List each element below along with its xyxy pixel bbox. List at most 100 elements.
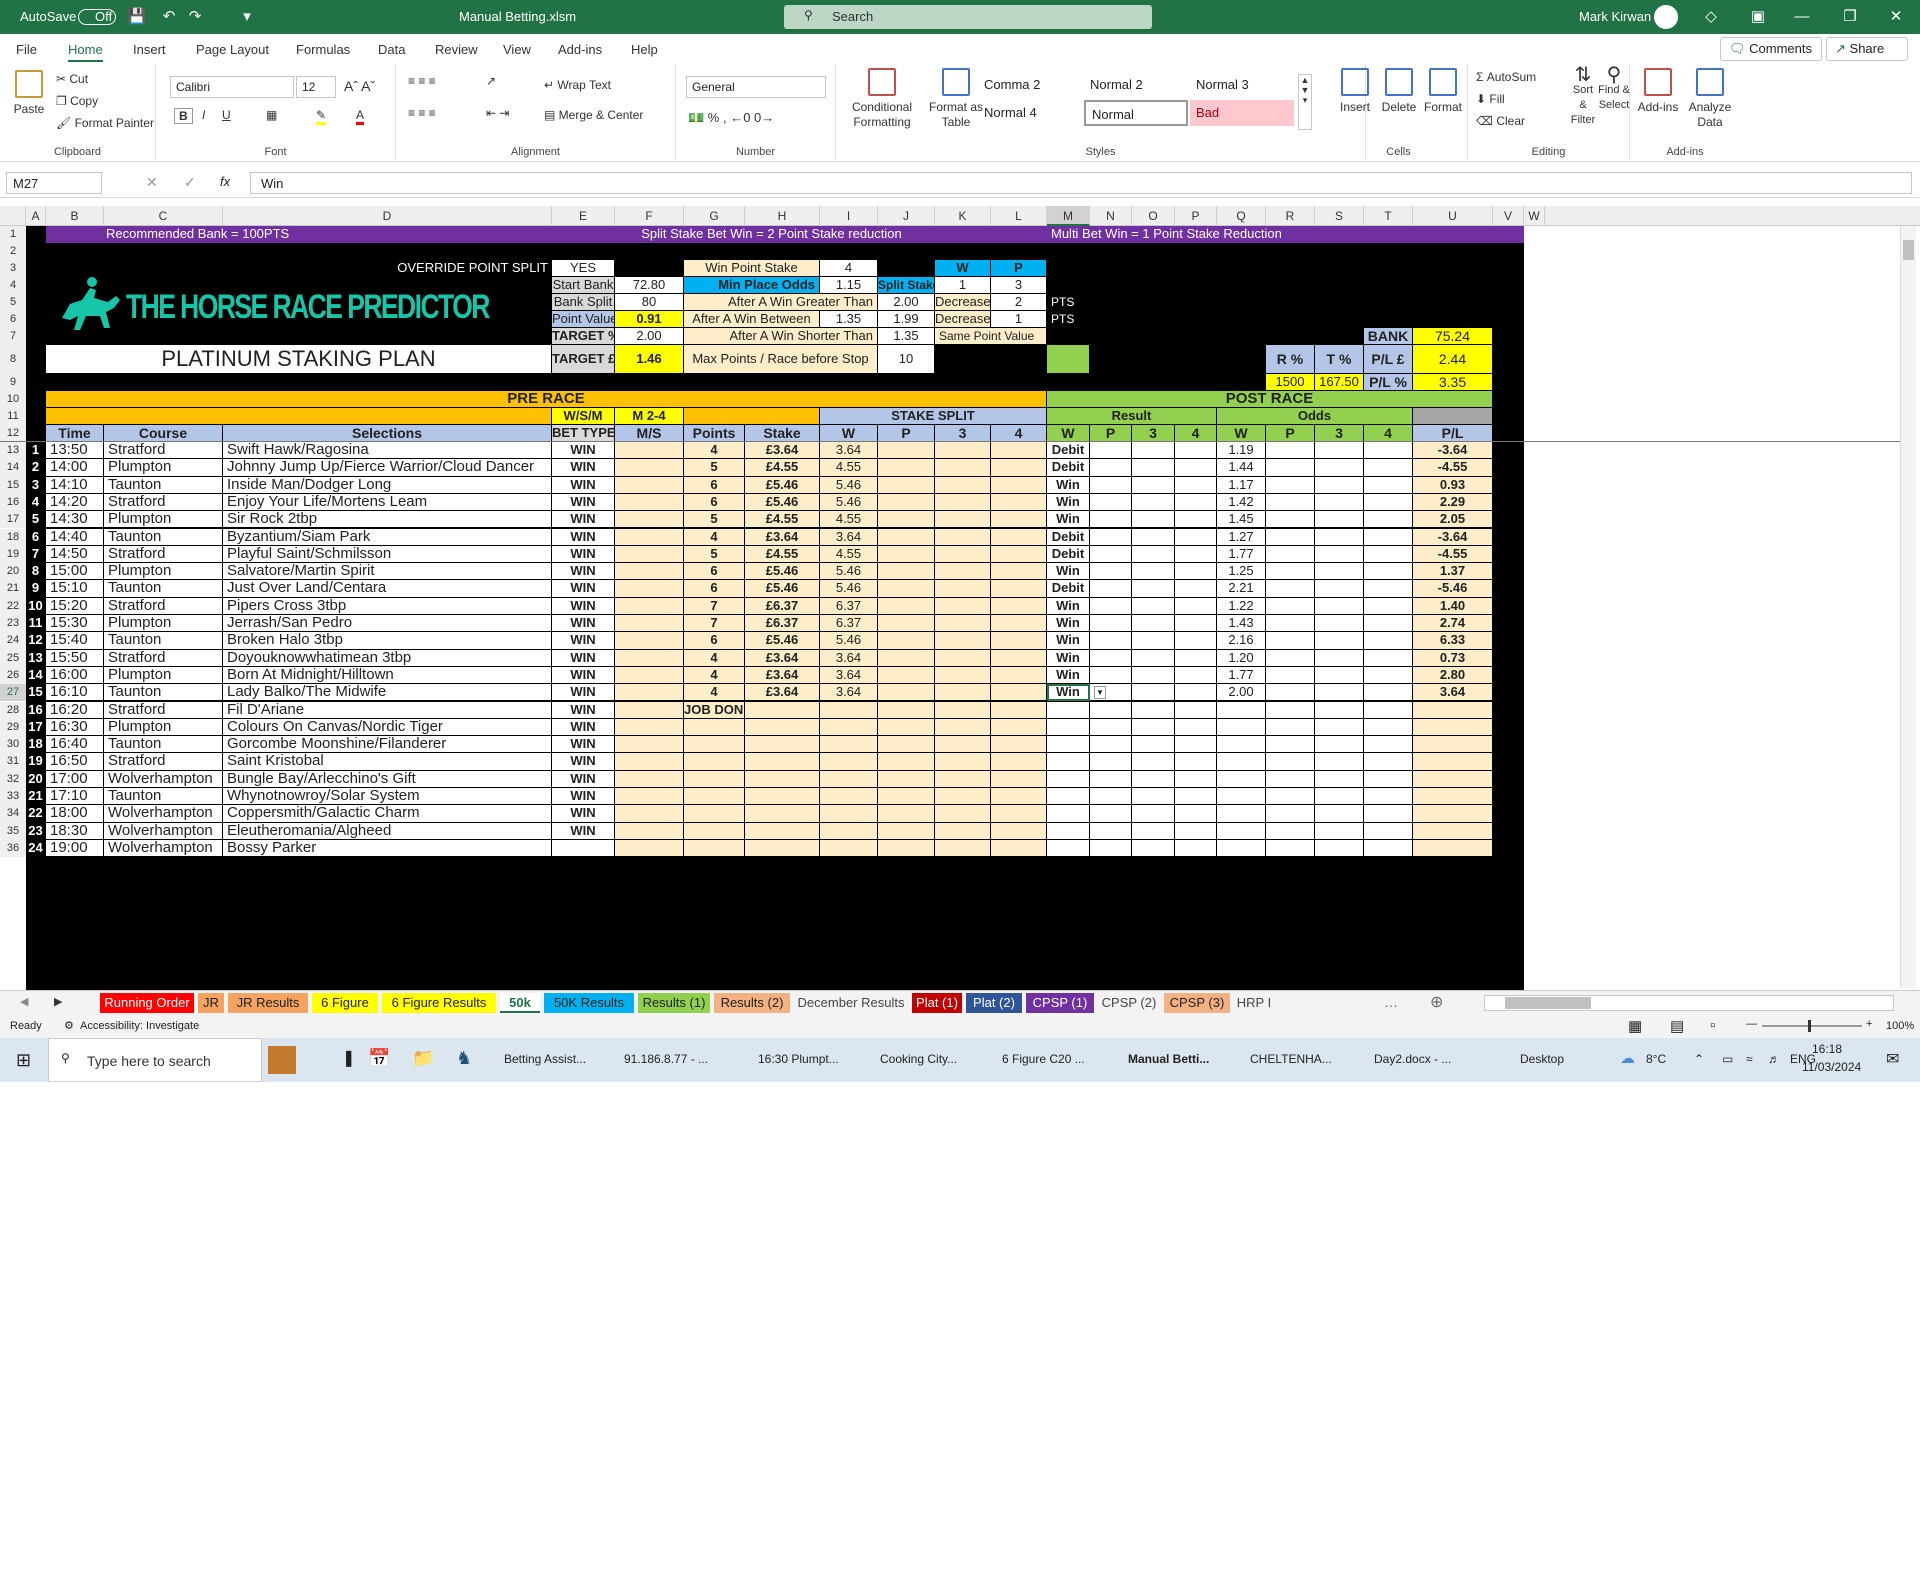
bet-type-cell[interactable]: WIN bbox=[552, 580, 615, 598]
result-3-cell[interactable] bbox=[1132, 770, 1175, 788]
split-p-cell[interactable] bbox=[878, 442, 935, 460]
ms-cell[interactable] bbox=[615, 770, 684, 788]
close-icon[interactable]: ✕ bbox=[1885, 6, 1907, 28]
result-p-cell[interactable] bbox=[1090, 736, 1132, 754]
result-p-cell[interactable] bbox=[1090, 805, 1132, 823]
odds-p-cell[interactable] bbox=[1266, 476, 1315, 494]
split-w-cell[interactable]: 3.64 bbox=[820, 649, 878, 667]
result-p-cell[interactable] bbox=[1090, 632, 1132, 650]
result-p-cell[interactable] bbox=[1090, 580, 1132, 598]
split-3-cell[interactable] bbox=[935, 545, 991, 564]
odds-3-cell[interactable] bbox=[1315, 632, 1364, 650]
tab-data[interactable]: Data bbox=[378, 42, 405, 57]
split-4-cell[interactable] bbox=[991, 545, 1047, 564]
tab-addins[interactable]: Add-ins bbox=[558, 42, 602, 57]
bet-type-cell[interactable]: WIN bbox=[552, 442, 615, 460]
row-header[interactable]: 29 bbox=[0, 718, 26, 737]
split-4-cell[interactable] bbox=[991, 788, 1047, 806]
time-cell[interactable]: 14:10 bbox=[46, 476, 104, 494]
target-pct-value[interactable]: 2.00 bbox=[615, 328, 684, 345]
result-3-cell[interactable] bbox=[1132, 718, 1175, 737]
bet-type-cell[interactable]: WIN bbox=[552, 632, 615, 650]
split-3-cell[interactable] bbox=[935, 597, 991, 615]
split-3-cell[interactable] bbox=[935, 770, 991, 788]
pl-cell[interactable] bbox=[1413, 839, 1493, 858]
tab-help[interactable]: Help bbox=[631, 42, 658, 57]
split-4-cell[interactable] bbox=[991, 805, 1047, 823]
stake-cell[interactable]: £5.46 bbox=[745, 563, 820, 581]
bank-value[interactable]: 75.24 bbox=[1413, 328, 1493, 345]
row-header[interactable]: 5 bbox=[0, 294, 26, 311]
row-header[interactable]: 20 bbox=[0, 563, 26, 581]
selection-cell[interactable]: Swift Hawk/Ragosina bbox=[223, 442, 552, 460]
row-header[interactable]: 6 bbox=[0, 311, 26, 328]
bank-split-value[interactable]: 80 bbox=[615, 294, 684, 311]
after-shorter-value[interactable]: 1.35 bbox=[878, 328, 935, 345]
points-cell[interactable]: 6 bbox=[684, 580, 745, 598]
points-cell[interactable]: 4 bbox=[684, 666, 745, 685]
time-cell[interactable]: 15:30 bbox=[46, 615, 104, 633]
pl-cell[interactable]: 3.64 bbox=[1413, 684, 1493, 702]
min-place-value[interactable]: 1.15 bbox=[820, 277, 878, 294]
odds-p-cell[interactable] bbox=[1266, 563, 1315, 581]
format-cells-button[interactable]: Format bbox=[1420, 68, 1466, 115]
row-header[interactable]: 2 bbox=[0, 243, 26, 260]
format-painter-button[interactable]: 🖌 Format Painter bbox=[56, 116, 154, 130]
indent-icon[interactable]: ⇤ ⇥ bbox=[486, 106, 509, 120]
bet-type-cell[interactable]: WIN bbox=[552, 476, 615, 494]
split-p-cell[interactable] bbox=[878, 701, 935, 719]
odds-w-cell[interactable]: 1.25 bbox=[1217, 563, 1266, 581]
sheet-tab[interactable]: 50k bbox=[500, 993, 540, 1013]
column-header-G[interactable]: G bbox=[684, 206, 745, 226]
time-cell[interactable]: 18:00 bbox=[46, 805, 104, 823]
search-box[interactable]: ⚲ Search bbox=[784, 5, 1152, 29]
split-3-cell[interactable] bbox=[935, 563, 991, 581]
time-cell[interactable]: 15:50 bbox=[46, 649, 104, 667]
result-4-cell[interactable] bbox=[1175, 442, 1217, 460]
odds-p-cell[interactable] bbox=[1266, 736, 1315, 754]
accessibility-status[interactable]: Accessibility: Investigate bbox=[80, 1020, 199, 1032]
course-cell[interactable]: Stratford bbox=[104, 701, 223, 719]
stake-cell[interactable]: £5.46 bbox=[745, 476, 820, 494]
result-3-cell[interactable] bbox=[1132, 511, 1175, 529]
split-3-cell[interactable] bbox=[935, 632, 991, 650]
result-3-cell[interactable] bbox=[1132, 580, 1175, 598]
pl-cell[interactable]: 2.80 bbox=[1413, 666, 1493, 685]
course-cell[interactable]: Taunton bbox=[104, 736, 223, 754]
pl-cell[interactable] bbox=[1413, 701, 1493, 719]
taskbar-item[interactable]: Day2.docx - ... bbox=[1374, 1052, 1451, 1066]
result-3-cell[interactable] bbox=[1132, 649, 1175, 667]
result-3-cell[interactable] bbox=[1132, 701, 1175, 719]
odds-p-cell[interactable] bbox=[1266, 459, 1315, 477]
page-layout-icon[interactable]: ▤ bbox=[1670, 1017, 1684, 1035]
ms-cell[interactable] bbox=[615, 684, 684, 702]
odds-w-cell[interactable]: 1.44 bbox=[1217, 459, 1266, 477]
diamond-icon[interactable]: ◇ bbox=[1700, 6, 1722, 28]
row-header[interactable]: 35 bbox=[0, 822, 26, 840]
row-header[interactable]: 34 bbox=[0, 805, 26, 823]
clock-date[interactable]: 11/03/2024 bbox=[1802, 1060, 1872, 1074]
result-w-cell[interactable] bbox=[1047, 788, 1090, 806]
split-w-cell[interactable]: 3.64 bbox=[820, 666, 878, 685]
points-cell[interactable] bbox=[684, 770, 745, 788]
odds-3-cell[interactable] bbox=[1315, 511, 1364, 529]
sheet-tab[interactable]: Plat (1) bbox=[912, 993, 962, 1013]
currency-icon[interactable]: 💵 % , ←0 0→ bbox=[688, 110, 774, 126]
split-p-value[interactable]: 3 bbox=[991, 277, 1047, 294]
style-normal[interactable]: Normal bbox=[1084, 100, 1188, 126]
points-cell[interactable]: 7 bbox=[684, 597, 745, 615]
italic-button[interactable]: I bbox=[202, 108, 205, 122]
split-p-cell[interactable] bbox=[878, 805, 935, 823]
pl-cell[interactable]: -4.55 bbox=[1413, 459, 1493, 477]
result-p-cell[interactable] bbox=[1090, 476, 1132, 494]
column-header-A[interactable]: A bbox=[26, 206, 46, 226]
split-p-cell[interactable] bbox=[878, 632, 935, 650]
odds-3-cell[interactable] bbox=[1315, 459, 1364, 477]
result-p-cell[interactable] bbox=[1090, 493, 1132, 512]
odds-3-cell[interactable] bbox=[1315, 839, 1364, 858]
stake-cell[interactable]: £4.55 bbox=[745, 511, 820, 529]
odds-4-cell[interactable] bbox=[1364, 597, 1413, 615]
news-widget-icon[interactable] bbox=[268, 1046, 296, 1074]
odds-w-cell[interactable]: 1.77 bbox=[1217, 545, 1266, 564]
result-3-cell[interactable] bbox=[1132, 597, 1175, 615]
